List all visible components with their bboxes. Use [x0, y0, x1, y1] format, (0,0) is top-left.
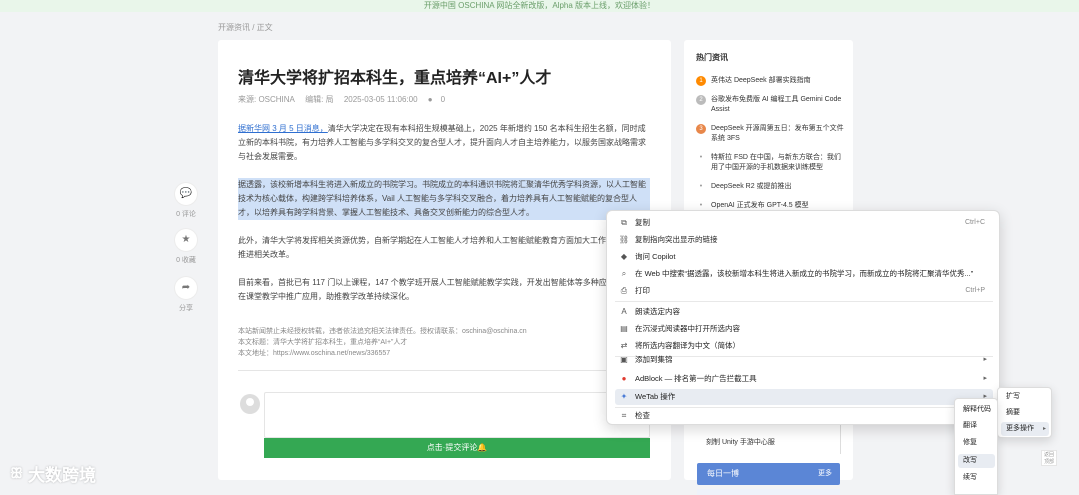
sidebar-title: 热门资讯	[696, 53, 728, 62]
breadcrumb[interactable]: 开源资讯 / 正文	[218, 22, 273, 33]
daily-blog-item[interactable]	[697, 489, 840, 495]
shortcut: Ctrl+C	[964, 219, 985, 226]
submenu-item-summary[interactable]: 摘要	[1001, 406, 1049, 420]
sidebar-link[interactable]: 刻制 Unity 手游中心服	[706, 437, 775, 447]
print-icon: ⎙	[620, 286, 628, 295]
star-icon[interactable]: ★	[175, 229, 197, 251]
copilot-icon: ◆	[620, 252, 628, 261]
more-actions-submenu: 解释代码 翻译 修复 改写 续写	[954, 398, 998, 495]
menu-item-wetab[interactable]: ✦ WeTab 操作 ▸	[615, 389, 993, 405]
article-meta: 来源: OSCHINA 编辑: 局 2025-03-05 11:06:00 ● 0	[238, 94, 453, 105]
comment-action[interactable]: 💬 0 评论	[172, 183, 200, 219]
menu-item-print[interactable]: ⎙ 打印 Ctrl+P	[615, 283, 993, 299]
link-icon: ⛓	[618, 235, 630, 244]
submenu-item-continue[interactable]: 续写	[958, 471, 995, 485]
share-label: 分享	[179, 305, 193, 312]
comment-icon[interactable]: 💬	[175, 183, 197, 205]
submenu-item-more[interactable]: 更多操作 ▸	[1001, 422, 1049, 436]
copyright-note: 本站新闻禁止未经授权转载，违者依法追究相关法律责任。授权请联系：oschina@…	[238, 328, 527, 335]
rank-badge: 1	[696, 76, 706, 86]
article-title: 清华大学将扩招本科生，重点培养“AI+”人才	[238, 70, 552, 87]
article-paragraph-1: 据新华网 3 月 5 日消息，清华大学决定在现有本科招生规模基础上，2025 年…	[238, 124, 646, 161]
submenu-item-rewrite[interactable]: 改写	[958, 454, 995, 468]
hot-news-list: 1 英伟达 DeepSeek 部署实践指南 2 谷歌发布免费版 AI 编程工具 Ge…	[696, 76, 846, 220]
scroll-top-button[interactable]: 返回顶部	[1041, 450, 1057, 466]
daily-blog-more[interactable]: 更多	[818, 463, 832, 485]
share-action[interactable]: ➦ 分享	[172, 277, 200, 313]
article-source[interactable]: 来源: OSCHINA	[238, 95, 295, 104]
menu-item-adblock[interactable]: ● AdBlock — 排名第一的广告拦截工具 ▸	[615, 371, 993, 387]
submenu-item-explain-code[interactable]: 解释代码	[958, 403, 995, 417]
submenu-item-translate[interactable]: 翻译	[958, 419, 995, 433]
divider	[840, 420, 841, 454]
article-date: 2025-03-05 11:06:00	[343, 95, 418, 104]
submenu-item-expand[interactable]: 扩写	[1001, 390, 1049, 404]
menu-separator	[615, 301, 993, 302]
share-icon[interactable]: ➦	[175, 277, 197, 299]
bullet-icon: •	[699, 183, 703, 190]
source-link[interactable]: 据新华网 3 月 5 日消息，	[238, 124, 328, 133]
menu-item-immersive-reader[interactable]: ▤ 在沉浸式阅读器中打开所选内容	[615, 321, 993, 337]
avatar	[240, 394, 260, 414]
list-item[interactable]: • 特斯拉 FSD 在中国，与新东方联合：我们用了中国开源的手机数据来训练模型	[696, 153, 846, 173]
daily-blog-title: 每日一博	[707, 469, 739, 478]
article-title-note: 本文标题：清华大学将扩招本科生，重点培养“AI+”人才	[238, 339, 408, 346]
chevron-right-icon: ▸	[983, 375, 987, 382]
favorite-count: 0 收藏	[176, 257, 196, 264]
collections-icon: ▣	[620, 355, 628, 364]
menu-item-copy-link[interactable]: ⛓ 复制指向突出显示的链接	[615, 232, 993, 248]
menu-item-add-to-collections[interactable]: ▣ 添加到集锦 ▸	[615, 352, 993, 368]
list-item[interactable]: 3 DeepSeek 开源周第五日：发布第五个文件系统 3FS	[696, 124, 846, 144]
comment-bubble-icon: ●	[427, 95, 433, 104]
read-aloud-icon: A	[621, 307, 627, 316]
bullet-icon: •	[699, 154, 703, 161]
favorite-action[interactable]: ★ 0 收藏	[172, 229, 200, 265]
watermark-logo: ꕥ 大数跨境	[10, 465, 96, 485]
wetab-icon: ✦	[620, 392, 628, 401]
search-icon: ⌕	[621, 269, 627, 278]
list-item[interactable]: 2 谷歌发布免费版 AI 编程工具 Gemini Code Assist	[696, 95, 846, 115]
menu-item-ask-copilot[interactable]: ◆ 询问 Copilot	[615, 249, 993, 265]
context-menu: ⧉ 复制 Ctrl+C ⛓ 复制指向突出显示的链接 ◆ 询问 Copilot ⌕ 在 We…	[606, 210, 1000, 425]
comment-count: 0 评论	[176, 211, 196, 218]
menu-item-web-search[interactable]: ⌕ 在 Web 中搜索“据透露，该校新增本科生将进入新成立的书院学习，而新成立的书…	[615, 266, 993, 282]
immersive-reader-icon: ▤	[620, 324, 628, 333]
shortcut: Ctrl+P	[965, 287, 985, 294]
article-paragraph-3: 此外，清华大学将发挥相关资源优势，自新学期起在人工智能人才培养和人工智能赋能教育…	[238, 236, 646, 259]
list-item[interactable]: • DeepSeek R2 或提前推出	[696, 182, 846, 192]
article-paragraph-4: 目前来看，首批已有 117 门以上课程，147 个教学班开展人工智能赋能教学实践…	[238, 278, 647, 301]
wetab-submenu: 扩写 摘要 更多操作 ▸	[997, 387, 1052, 438]
article-card: 清华大学将扩招本科生，重点培养“AI+”人才 来源: OSCHINA 编辑: 局…	[218, 40, 671, 480]
menu-item-copy[interactable]: ⧉ 复制 Ctrl+C	[615, 215, 993, 231]
comment-input[interactable]	[264, 392, 650, 438]
menu-item-inspect[interactable]: ⌗ 检查	[615, 408, 993, 424]
rank-badge: 3	[696, 124, 706, 134]
copy-icon: ⧉	[621, 218, 627, 227]
divider	[238, 370, 650, 371]
article-comment-count: 0	[440, 95, 446, 104]
announcement-banner[interactable]: 开源中国 OSCHINA 网站全新改版，Alpha 版本上线，欢迎体验！	[0, 0, 1079, 12]
watermark-icon: ꕥ	[10, 465, 23, 481]
submenu-item-fix[interactable]: 修复	[958, 436, 995, 450]
article-author[interactable]: 编辑: 局	[305, 95, 333, 104]
chevron-right-icon: ▸	[983, 356, 987, 363]
submit-comment-button[interactable]: 点击·提交评论🔔	[264, 438, 650, 458]
chevron-right-icon: ▸	[1042, 426, 1046, 432]
inspect-icon: ⌗	[621, 411, 627, 420]
article-footer: 本站新闻禁止未经授权转载，违者依法追究相关法律责任。授权请联系：oschina@…	[238, 326, 527, 359]
list-item[interactable]: 1 英伟达 DeepSeek 部署实践指南	[696, 76, 846, 86]
adblock-icon: ●	[621, 374, 627, 383]
article-url-note[interactable]: 本文地址：https://www.oschina.net/news/336557	[238, 348, 527, 359]
daily-blog-header[interactable]: 每日一博 更多	[697, 463, 840, 485]
menu-item-read-aloud[interactable]: A 朗读选定内容	[615, 304, 993, 320]
article-paragraph-2-selected: 据透露，该校新增本科生将进入新成立的书院学习。书院成立的本科通识书院将汇聚清华优…	[238, 178, 650, 220]
rank-badge: 2	[696, 95, 706, 105]
